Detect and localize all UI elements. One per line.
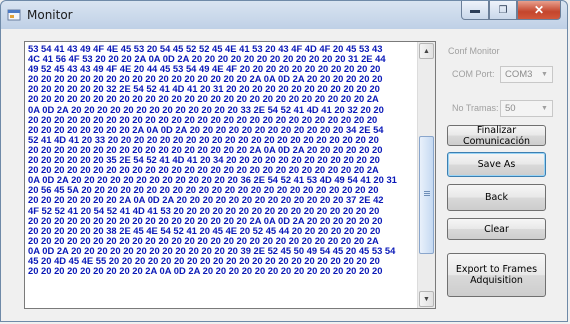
com-port-label: COM Port: <box>452 69 495 79</box>
finalizar-button-label: Finalizar Comunicación <box>462 124 531 147</box>
vertical-scrollbar[interactable]: ▲ ▼ <box>417 42 435 308</box>
export-button-label-line1: Export to Frames <box>455 264 538 275</box>
monitor-app-icon <box>7 9 21 21</box>
window-title: Monitor <box>27 8 73 22</box>
save-as-button[interactable]: Save As <box>447 152 546 177</box>
back-button-label: Back <box>484 192 509 203</box>
close-button[interactable]: ✕ <box>517 1 561 20</box>
hex-line: 20 20 20 20 20 20 20 2A 0A 0D 2A 20 20 2… <box>28 194 384 206</box>
export-button-label-line2: Adquisition <box>470 275 523 286</box>
back-button[interactable]: Back <box>447 184 546 211</box>
close-icon: ✕ <box>533 3 545 17</box>
scrollbar-thumb[interactable] <box>419 136 434 254</box>
scroll-down-icon: ▼ <box>423 295 430 303</box>
title-bar[interactable]: Monitor ▬ ❐ ✕ <box>1 1 567 29</box>
tramas-value: 50 <box>505 103 516 114</box>
minimize-icon: ▬ <box>470 4 480 16</box>
clear-button[interactable]: Clear <box>447 218 546 240</box>
grip-icon <box>424 191 430 196</box>
finalizar-comunicacion-button[interactable]: Finalizar Comunicación <box>447 124 546 147</box>
save-as-button-label: Save As <box>477 159 516 170</box>
com-port-value: COM3 <box>505 69 533 80</box>
scroll-up-icon: ▲ <box>423 47 430 55</box>
monitor-window: Monitor ▬ ❐ ✕ 53 54 41 43 49 4F 4E 45 53… <box>0 0 568 322</box>
conf-monitor-label: Conf Monitor <box>448 46 500 56</box>
hex-output-text[interactable]: 53 54 41 43 49 4F 4E 45 53 20 54 45 52 5… <box>28 44 413 306</box>
tramas-label: No Tramas: <box>452 103 499 113</box>
scroll-down-button[interactable]: ▼ <box>419 291 434 307</box>
minimize-button[interactable]: ▬ <box>461 1 489 20</box>
chevron-down-icon: ▼ <box>541 105 548 112</box>
export-frames-button[interactable]: Export to Frames Adquisition <box>447 253 546 297</box>
caption-buttons: ▬ ❐ ✕ <box>461 1 561 21</box>
hex-output-textbox[interactable]: 53 54 41 43 49 4F 4E 45 53 20 54 45 52 5… <box>24 41 436 309</box>
scroll-up-button[interactable]: ▲ <box>419 43 434 59</box>
clear-button-label: Clear <box>484 223 509 235</box>
maximize-button[interactable]: ❐ <box>489 1 517 20</box>
maximize-icon: ❐ <box>498 4 508 16</box>
hex-line: 20 20 20 20 20 20 20 20 20 2A 0A 0D 2A 2… <box>28 265 383 277</box>
conf-monitor-group: Conf Monitor COM Port: COM3 ▼ No Tramas:… <box>444 46 558 126</box>
com-port-select: COM3 ▼ <box>500 66 553 83</box>
tramas-select: 50 ▼ <box>500 100 553 117</box>
chevron-down-icon: ▼ <box>541 71 548 78</box>
